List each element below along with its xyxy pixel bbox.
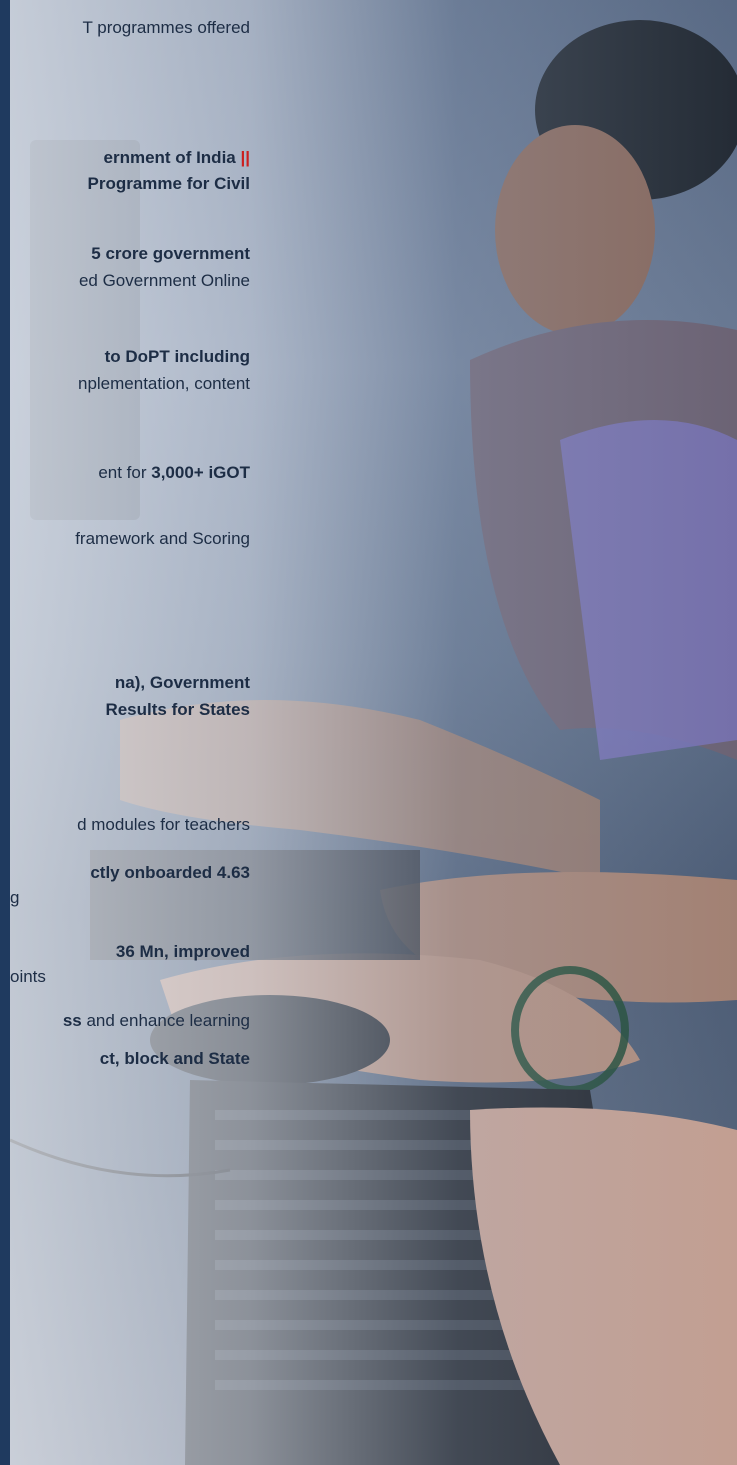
line-to-dopt: to DoPT including	[105, 346, 250, 367]
line-programme-for-civil: Programme for Civil	[88, 173, 251, 194]
text-segment: Results for States	[105, 700, 250, 719]
line-block-and-state: ct, block and State	[100, 1048, 250, 1069]
line-onboarded: ctly onboarded 4.63	[90, 862, 250, 883]
line-g: g	[10, 887, 19, 908]
text-segment: g	[10, 888, 20, 907]
text-segment: ss	[62, 1011, 82, 1030]
text-segment: ent for	[98, 463, 152, 482]
text-segment: Programme for Civil	[87, 174, 251, 193]
text-segment: framework and Scoring	[75, 529, 250, 548]
line-crore-government: 5 crore government	[91, 243, 250, 264]
text-segment: T programmes offered	[82, 18, 250, 37]
text-segment: 5 crore government	[91, 244, 250, 263]
text-segment: ct, block and State	[99, 1049, 250, 1068]
line-implementation-content: nplementation, content	[78, 373, 250, 394]
text-column: T programmes offered ernment of India ||…	[0, 0, 250, 1465]
line-enhance-learning: ss and enhance learning	[63, 1010, 250, 1031]
text-segment: na), Government	[114, 673, 250, 692]
text-segment: ctly onboarded 4.63	[90, 863, 250, 882]
text-segment: and enhance learning	[81, 1011, 250, 1030]
line-points: oints	[10, 966, 46, 987]
text-segment: 3,000+ iGOT	[151, 463, 250, 482]
line-modules-for-teachers: d modules for teachers	[77, 814, 250, 835]
text-segment: ernment of India	[103, 148, 241, 167]
line-government-online: ed Government Online	[79, 270, 250, 291]
text-segment: nplementation, content	[77, 374, 250, 393]
line-programmes-offered: T programmes offered	[82, 17, 250, 38]
line-government: na), Government	[115, 672, 250, 693]
text-segment: to DoPT including	[104, 347, 250, 366]
line-36-mn-improved: 36 Mn, improved	[116, 941, 250, 962]
line-results-for-states: Results for States	[105, 699, 250, 720]
text-segment: oints	[10, 967, 46, 986]
text-segment: ed Government Online	[78, 271, 250, 290]
text-segment: ||	[240, 148, 250, 167]
line-framework-scoring: framework and Scoring	[75, 528, 250, 549]
line-igot: ent for 3,000+ iGOT	[98, 462, 250, 483]
line-government-of-india: ernment of India ||	[104, 147, 250, 168]
text-segment: 36 Mn, improved	[115, 942, 250, 961]
text-segment: d modules for teachers	[77, 815, 250, 834]
